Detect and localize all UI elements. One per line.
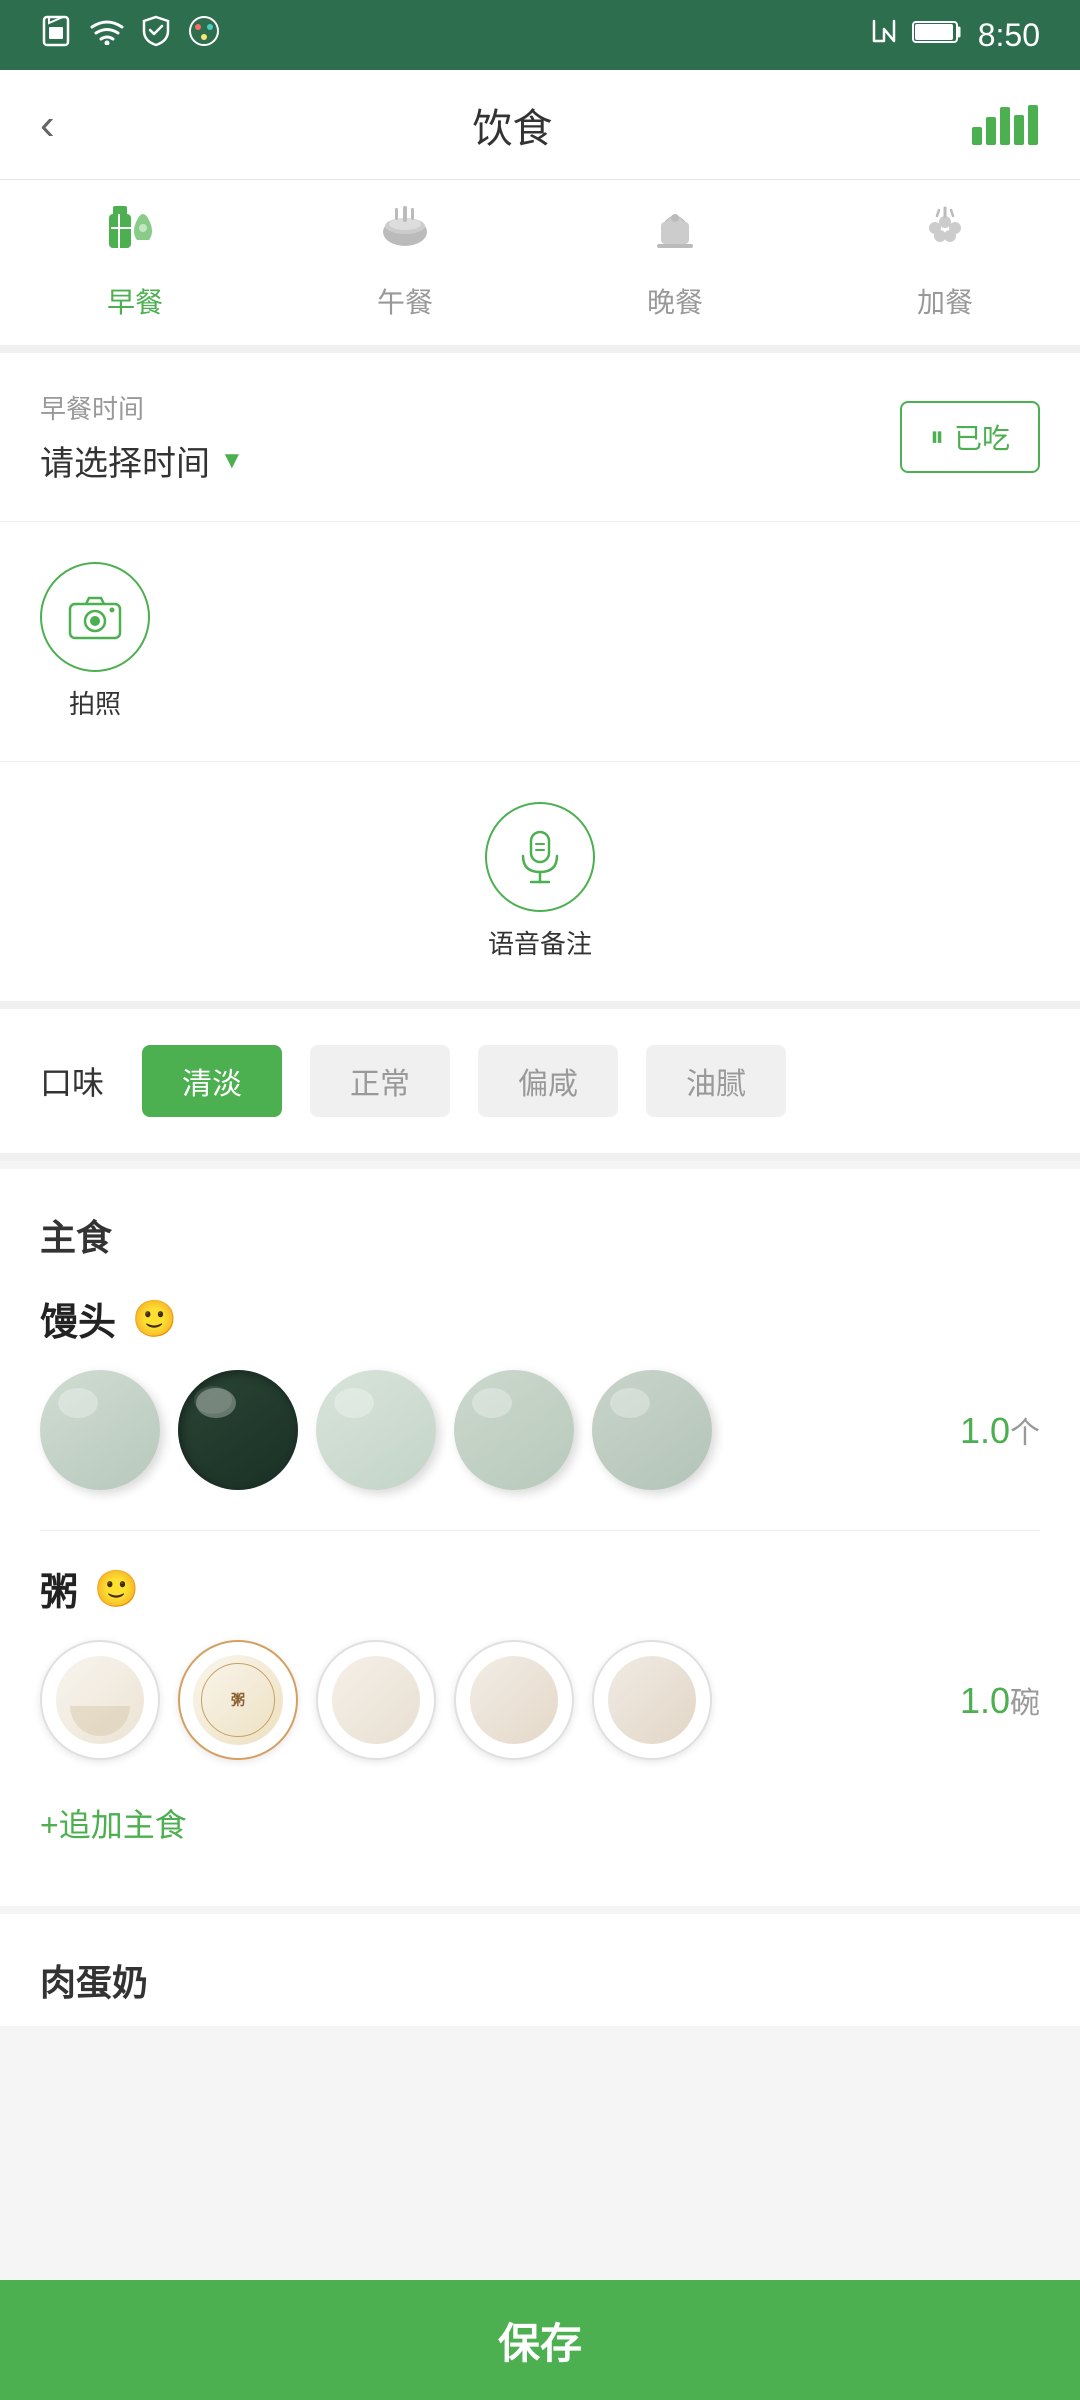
tab-lunch[interactable]: 午餐: [270, 200, 540, 321]
mantou-portions: 1.0个: [40, 1370, 1040, 1490]
taste-light-btn[interactable]: 清淡: [142, 1045, 282, 1117]
tab-snack[interactable]: 加餐: [810, 200, 1080, 321]
zhou-portion-1[interactable]: [40, 1640, 160, 1760]
lunch-icon: [375, 200, 435, 269]
mantou-header: 馒头 🙂: [40, 1291, 1040, 1346]
zhou-portion-3[interactable]: [316, 1640, 436, 1760]
meal-time-left: 早餐时间 请选择时间 ▼: [40, 389, 244, 485]
zhou-count: 1.0碗: [960, 1678, 1040, 1722]
meal-time-value[interactable]: 请选择时间 ▼: [40, 436, 244, 485]
mantou-portion-3[interactable]: [316, 1370, 436, 1490]
tab-dinner-label: 晚餐: [647, 281, 703, 321]
add-main-food-btn[interactable]: +追加主食: [40, 1800, 1040, 1846]
taste-label: 口味: [40, 1058, 104, 1104]
main-food-title: 主食: [40, 1209, 1040, 1261]
back-button[interactable]: ‹: [40, 100, 55, 150]
voice-label: 语音备注: [488, 924, 592, 961]
voice-section: 语音备注: [0, 762, 1080, 1009]
voice-circle: [485, 802, 595, 912]
shield-icon: [142, 15, 170, 55]
eaten-label: 已吃: [954, 417, 1010, 457]
taste-normal-btn[interactable]: 正常: [310, 1045, 450, 1117]
camera-action[interactable]: 拍照: [40, 562, 150, 721]
breakfast-icon: [105, 200, 165, 269]
status-bar: 8:50: [0, 0, 1080, 70]
status-icons-left: [40, 15, 220, 55]
zhou-portion-2[interactable]: 粥: [178, 1640, 298, 1760]
main-food-section: 主食 馒头 🙂 1.0个 粥 🙂: [0, 1169, 1080, 1906]
save-footer[interactable]: 保存: [0, 2280, 1080, 2400]
meat-egg-milk-section: 肉蛋奶: [0, 1914, 1080, 2026]
page-header: ‹ 饮食: [0, 70, 1080, 180]
zhou-row: 粥 🙂 粥: [40, 1561, 1040, 1760]
voice-action[interactable]: 语音备注: [40, 802, 1040, 961]
wifi-icon: [90, 17, 124, 53]
battery-icon: [912, 17, 964, 54]
mantou-count: 1.0个: [960, 1408, 1040, 1452]
time-display: 8:50: [978, 17, 1040, 54]
dropdown-arrow-icon: ▼: [220, 447, 244, 475]
taste-section: 口味 清淡 正常 偏咸 油腻: [0, 1009, 1080, 1161]
chart-icon[interactable]: [970, 97, 1040, 152]
zhou-portions: 粥 1.0碗: [40, 1640, 1040, 1760]
meal-time-section: 早餐时间 请选择时间 ▼ ⏸ 已吃: [0, 353, 1080, 522]
tab-breakfast[interactable]: 早餐: [0, 200, 270, 321]
zhou-emoji: 🙂: [94, 1568, 139, 1610]
page-title: 饮食: [472, 96, 552, 154]
meal-time-label: 早餐时间: [40, 389, 244, 426]
meal-tabs: 早餐 午餐 晚餐: [0, 180, 1080, 353]
tab-snack-label: 加餐: [917, 281, 973, 321]
tab-dinner[interactable]: 晚餐: [540, 200, 810, 321]
tab-lunch-label: 午餐: [377, 281, 433, 321]
camera-circle: [40, 562, 150, 672]
tab-breakfast-label: 早餐: [107, 281, 163, 321]
save-button-text: 保存: [498, 2310, 582, 2371]
mantou-portion-5[interactable]: [592, 1370, 712, 1490]
sim-icon: [40, 15, 72, 55]
pause-icon: ⏸: [930, 421, 944, 454]
mantou-portion-2[interactable]: [178, 1370, 298, 1490]
eaten-button[interactable]: ⏸ 已吃: [900, 401, 1040, 473]
camera-label: 拍照: [69, 684, 121, 721]
snack-icon: [915, 200, 975, 269]
zhou-portion-4[interactable]: [454, 1640, 574, 1760]
meat-section-title: 肉蛋奶: [40, 1954, 1040, 2006]
mantou-emoji: 🙂: [132, 1298, 177, 1340]
dinner-icon: [645, 200, 705, 269]
nfc-icon: [870, 15, 898, 55]
zhou-portion-5[interactable]: [592, 1640, 712, 1760]
mantou-portion-1[interactable]: [40, 1370, 160, 1490]
zhou-header: 粥 🙂: [40, 1561, 1040, 1616]
mantou-portion-4[interactable]: [454, 1370, 574, 1490]
colorapp-icon: [188, 15, 220, 55]
taste-salty-btn[interactable]: 偏咸: [478, 1045, 618, 1117]
mantou-row: 馒头 🙂 1.0个: [40, 1291, 1040, 1490]
mantou-name: 馒头: [40, 1291, 116, 1346]
status-right: 8:50: [870, 15, 1040, 55]
time-placeholder: 请选择时间: [40, 436, 210, 485]
taste-greasy-btn[interactable]: 油腻: [646, 1045, 786, 1117]
zhou-name: 粥: [40, 1561, 78, 1616]
camera-section: 拍照: [0, 522, 1080, 762]
